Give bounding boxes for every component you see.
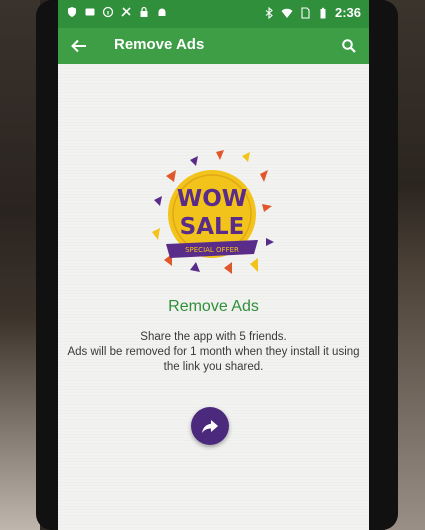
confetti: [250, 258, 258, 272]
no-sim-icon: [299, 6, 311, 19]
confetti: [190, 262, 200, 272]
confetti: [260, 170, 268, 182]
wifi-icon: [281, 7, 293, 19]
message-icon: [84, 6, 96, 18]
info-icon: [102, 6, 114, 18]
confetti: [262, 204, 272, 212]
status-time: 2:36: [334, 5, 361, 20]
description-line: Ads will be removed for 1 month when the…: [67, 346, 360, 358]
description-line: the link you shared.: [163, 361, 264, 373]
share-arrow-icon: [202, 420, 218, 433]
page-title: Remove Ads: [114, 36, 205, 53]
share-button[interactable]: [191, 407, 229, 445]
app-bar: Remove Ads: [58, 28, 369, 64]
blocked-icon: [120, 6, 132, 18]
android-icon: [156, 6, 168, 18]
promo-line-2: SALE: [180, 214, 245, 240]
lock-icon: [138, 6, 150, 18]
confetti: [242, 152, 250, 162]
ribbon-text: SPECIAL OFFER: [185, 246, 239, 254]
content-area: WOW SALE SPECIAL OFFER Remove Ads Share …: [58, 64, 369, 530]
shield-icon: [66, 6, 78, 18]
search-icon[interactable]: [341, 38, 357, 54]
status-bar: 2:36: [58, 0, 369, 28]
battery-icon: [317, 7, 329, 19]
phone-screen: 2:36 Remove Ads WOW SALE SPECIAL OFFER R…: [58, 0, 369, 530]
confetti: [216, 150, 224, 160]
wow-sale-badge: WOW SALE SPECIAL OFFER: [152, 150, 274, 274]
status-bar-notifications: [66, 6, 168, 18]
description: Share the app with 5 friends. Ads will b…: [58, 330, 369, 375]
status-bar-system: 2:36: [263, 5, 361, 20]
confetti: [166, 170, 176, 182]
confetti: [266, 238, 274, 246]
description-line: Share the app with 5 friends.: [140, 331, 287, 343]
background-left: [0, 0, 40, 530]
confetti: [152, 228, 160, 240]
confetti: [190, 156, 198, 166]
arrow-back-icon[interactable]: [70, 37, 88, 55]
bluetooth-icon: [263, 6, 275, 19]
confetti: [154, 196, 162, 206]
remove-ads-heading: Remove Ads: [168, 298, 259, 315]
confetti: [224, 262, 232, 274]
promo-line-1: WOW: [177, 186, 247, 212]
